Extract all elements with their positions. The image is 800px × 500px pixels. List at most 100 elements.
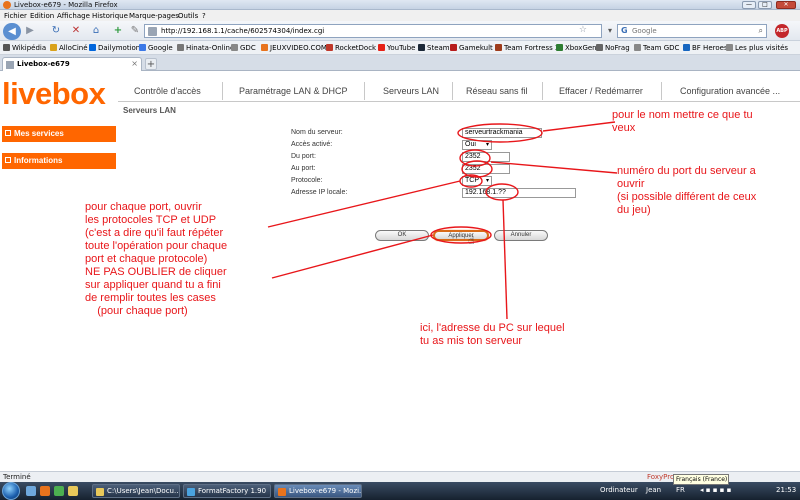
menu-affichage[interactable]: Affichage bbox=[57, 12, 90, 20]
bookmark-team-gdc[interactable]: Team GDC bbox=[634, 44, 679, 52]
new-tab-button[interactable]: + bbox=[145, 58, 157, 70]
bookmark-rocketdock[interactable]: RocketDock bbox=[326, 44, 376, 52]
bookmark-star-icon[interactable]: ☆ bbox=[579, 25, 587, 35]
google-icon[interactable]: G bbox=[621, 26, 628, 35]
search-icon[interactable]: ⌕ bbox=[759, 26, 763, 36]
nofrag-icon bbox=[596, 44, 603, 51]
apply-arrow bbox=[271, 234, 434, 279]
taskbar-item-explorer[interactable]: C:\Users\Jean\Docu... bbox=[92, 484, 180, 498]
protocol-label: Protocole: bbox=[291, 177, 323, 184]
nav-separator bbox=[222, 82, 223, 100]
folder-icon bbox=[96, 488, 104, 496]
bookmark-allocine[interactable]: AlloCiné bbox=[50, 44, 88, 52]
tray-clock[interactable]: 21:53 bbox=[776, 486, 796, 494]
start-button[interactable] bbox=[2, 482, 20, 500]
sidebar-item-mes-services[interactable]: Mes services bbox=[2, 126, 116, 142]
bookmark-gdc[interactable]: GDC bbox=[231, 44, 256, 52]
nav-reseau-sans-fil[interactable]: Réseau sans fil bbox=[466, 86, 528, 96]
nav-serveurs-lan[interactable]: Serveurs LAN bbox=[383, 86, 439, 96]
home-icon[interactable]: ⌂ bbox=[90, 24, 102, 38]
bookmark-youtube[interactable]: YouTube bbox=[378, 44, 415, 52]
access-select[interactable]: Oui ▾ bbox=[462, 140, 492, 150]
nav-effacer-redemarrer[interactable]: Effacer / Redémarrer bbox=[559, 86, 643, 96]
close-window-button[interactable]: ✕ bbox=[776, 1, 796, 9]
bookmark-les-plus-visites[interactable]: Les plus visités bbox=[726, 44, 788, 52]
nav-controle-acces[interactable]: Contrôle d'accès bbox=[134, 86, 201, 96]
site-icon bbox=[148, 27, 157, 36]
minimize-button[interactable]: — bbox=[742, 1, 756, 9]
tab-label: Livebox-e679 bbox=[17, 60, 70, 68]
nav-parametrage-lan[interactable]: Paramétrage LAN & DHCP bbox=[239, 86, 348, 96]
page-content: livebox Contrôle d'accès Paramétrage LAN… bbox=[0, 71, 800, 471]
server-name-input[interactable]: serveurtrackmania bbox=[462, 128, 542, 138]
bookmark-nofrag[interactable]: NoFrag bbox=[596, 44, 630, 52]
search-box[interactable]: G ⌕ bbox=[617, 24, 767, 38]
search-input[interactable] bbox=[632, 26, 752, 36]
protocol-arrow bbox=[267, 180, 461, 228]
bookmark-google[interactable]: Google bbox=[139, 44, 173, 52]
steam-icon bbox=[418, 44, 425, 51]
forward-arrow-icon[interactable]: ▶ bbox=[24, 24, 36, 38]
bookmark-xboxgen[interactable]: XboxGen bbox=[556, 44, 597, 52]
menu-historique[interactable]: Historique bbox=[92, 12, 128, 20]
tray-computer-label[interactable]: Ordinateur bbox=[600, 486, 638, 494]
tray-icons[interactable]: ◂ ▪ ▪ ▪ ▪ bbox=[700, 486, 750, 496]
app-quicklaunch-icon[interactable] bbox=[54, 486, 64, 496]
bookmark-team-fortress-2[interactable]: Team Fortress 2 bbox=[495, 44, 559, 52]
bookmark-hinata-online[interactable]: Hinata-Online bbox=[177, 44, 234, 52]
bookmark-gamekult[interactable]: Gamekult bbox=[450, 44, 493, 52]
bookmark-bf-heroes[interactable]: BF Heroes bbox=[683, 44, 728, 52]
wikipedia-icon bbox=[3, 44, 10, 51]
firefox-quicklaunch-icon[interactable] bbox=[40, 486, 50, 496]
port-to-label: Au port: bbox=[291, 165, 316, 172]
expand-box-icon bbox=[5, 130, 11, 136]
url-text[interactable]: http://192.168.1.1/cache/602574304/index… bbox=[161, 27, 324, 35]
tray-user-label[interactable]: Jean bbox=[646, 486, 661, 494]
port-to-input[interactable]: 2352 bbox=[462, 164, 510, 174]
nav-separator bbox=[452, 82, 453, 100]
menu-outils[interactable]: Outils bbox=[178, 12, 198, 20]
stop-icon[interactable]: ✕ bbox=[70, 24, 82, 38]
nav-underline bbox=[118, 101, 800, 102]
status-text: Terminé bbox=[3, 473, 31, 481]
bookmark-steam[interactable]: Steam bbox=[418, 44, 450, 52]
tray-language[interactable]: FR bbox=[676, 486, 685, 494]
url-dropdown-icon[interactable]: ▾ bbox=[605, 24, 615, 38]
page-icon bbox=[6, 61, 14, 69]
close-tab-icon[interactable]: × bbox=[131, 59, 138, 68]
menu-marque-pages[interactable]: Marque-pages bbox=[129, 12, 179, 20]
ip-input[interactable]: 192.168.1.?? bbox=[462, 188, 576, 198]
taskbar-item-firefox[interactable]: Livebox-e679 - Mozi... bbox=[274, 484, 362, 498]
menu-edition[interactable]: Edition bbox=[30, 12, 54, 20]
taskbar-item-formatfactory[interactable]: FormatFactory 1.90 bbox=[183, 484, 271, 498]
youtube-icon bbox=[378, 44, 385, 51]
sidebar-item-informations[interactable]: Informations bbox=[2, 153, 116, 169]
protocol-select[interactable]: TCP ▾ bbox=[462, 176, 492, 186]
tab-bar: Livebox-e679 × + bbox=[0, 55, 800, 71]
tab-livebox[interactable]: Livebox-e679 × bbox=[2, 57, 142, 71]
dailymotion-icon bbox=[89, 44, 96, 51]
cancel-button[interactable]: Annuler bbox=[494, 230, 548, 241]
access-label: Accès activé: bbox=[291, 141, 333, 148]
maximize-button[interactable]: □ bbox=[758, 1, 772, 9]
xboxgen-icon bbox=[556, 44, 563, 51]
ok-button[interactable]: OK bbox=[375, 230, 429, 241]
window-title: Livebox-e679 - Mozilla Firefox bbox=[14, 1, 118, 9]
apply-button[interactable]: Appliquer bbox=[433, 230, 489, 241]
folder-quicklaunch-icon[interactable] bbox=[68, 486, 78, 496]
pin-icon[interactable]: ✎ bbox=[130, 24, 140, 38]
nav-configuration-avancee[interactable]: Configuration avancée ... bbox=[680, 86, 780, 96]
menu-fichier[interactable]: Fichier bbox=[4, 12, 27, 20]
add-bookmark-icon[interactable]: + bbox=[112, 24, 124, 38]
bookmark-dailymotion[interactable]: Dailymotion bbox=[89, 44, 140, 52]
adblock-plus-icon[interactable]: ABP bbox=[775, 24, 789, 38]
bookmark-jeuxvideo[interactable]: JEUXVIDEO.COM bbox=[261, 44, 327, 52]
bookmark-wikipedia[interactable]: Wikipédia bbox=[3, 44, 46, 52]
reload-icon[interactable]: ↻ bbox=[50, 24, 62, 38]
show-desktop-icon[interactable] bbox=[26, 486, 36, 496]
url-bar[interactable]: http://192.168.1.1/cache/602574304/index… bbox=[144, 24, 602, 38]
back-arrow-icon[interactable]: ◀ bbox=[3, 23, 21, 40]
menu-help[interactable]: ? bbox=[202, 12, 206, 20]
port-from-input[interactable]: 2352 bbox=[462, 152, 510, 162]
formatfactory-icon bbox=[187, 488, 195, 496]
